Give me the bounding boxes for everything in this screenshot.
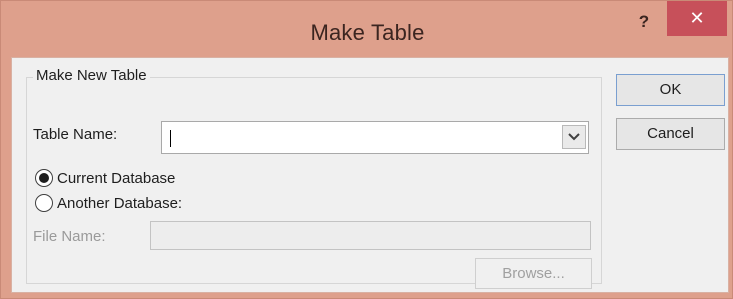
another-database-radio[interactable] xyxy=(35,194,53,212)
cancel-button[interactable]: Cancel xyxy=(616,118,725,150)
current-database-label[interactable]: Current Database xyxy=(57,170,175,187)
ok-button[interactable]: OK xyxy=(616,74,725,106)
dialog-body: Make New Table Table Name: Current Datab… xyxy=(11,57,729,293)
table-name-label: Table Name: xyxy=(33,126,118,143)
dropdown-button[interactable] xyxy=(562,125,586,149)
chevron-down-icon xyxy=(568,130,580,144)
file-name-input[interactable] xyxy=(150,221,591,250)
table-name-combobox[interactable] xyxy=(161,121,589,154)
current-database-radio[interactable] xyxy=(35,169,53,187)
group-legend: Make New Table xyxy=(33,67,150,84)
close-button[interactable]: ✕ xyxy=(667,1,727,36)
close-icon: ✕ xyxy=(689,8,705,28)
browse-button[interactable]: Browse... xyxy=(475,258,592,289)
make-new-table-group: Make New Table Table Name: Current Datab… xyxy=(26,67,602,289)
another-database-label[interactable]: Another Database: xyxy=(57,195,182,212)
title-bar[interactable]: Make Table ? ✕ xyxy=(1,1,733,57)
file-name-label: File Name: xyxy=(33,228,106,245)
make-table-dialog: Make Table ? ✕ Make New Table Table Name… xyxy=(0,0,733,299)
radio-selected-dot xyxy=(39,173,49,183)
text-caret xyxy=(170,130,171,147)
help-button[interactable]: ? xyxy=(623,7,665,39)
